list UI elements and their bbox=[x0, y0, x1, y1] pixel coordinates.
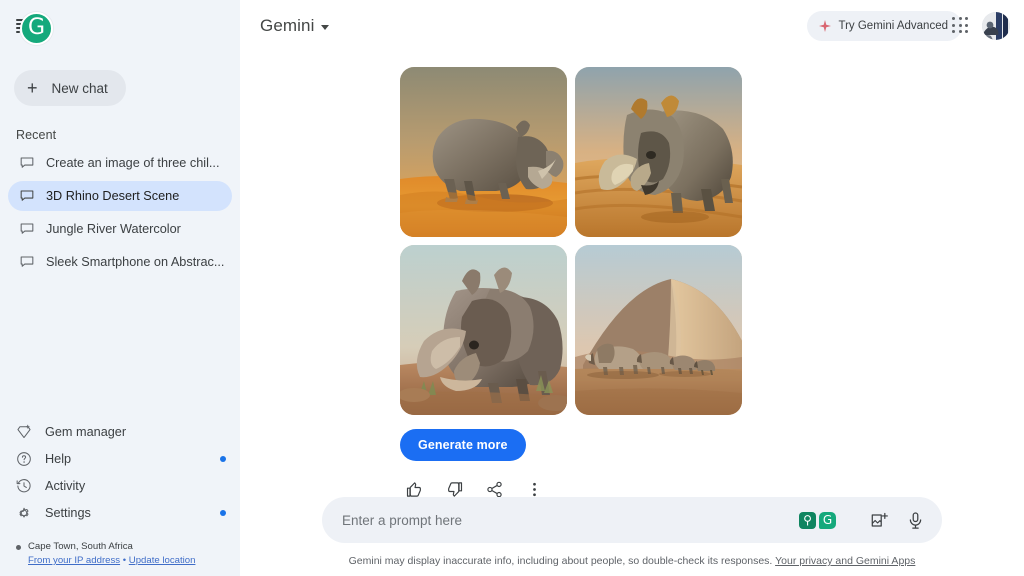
settings-notification-badge bbox=[220, 509, 226, 516]
sidebar-item-settings[interactable]: Settings bbox=[0, 499, 240, 526]
rhino-herd-dune-image bbox=[575, 245, 742, 415]
rhino-sunset-dunes-image bbox=[400, 67, 567, 237]
chat-bubble-icon bbox=[20, 256, 34, 267]
gem-diamond-icon bbox=[17, 424, 31, 438]
location-place: Cape Town, South Africa bbox=[28, 541, 133, 553]
sidebar-bottom: Gem manager Help Activity Settings Cape … bbox=[0, 418, 240, 576]
gear-icon bbox=[19, 507, 29, 518]
more-options-icon[interactable] bbox=[524, 479, 544, 497]
main-area: Gemini Try Gemini Advanced Generate more… bbox=[240, 0, 1024, 576]
prompt-input[interactable] bbox=[342, 512, 799, 528]
try-gemini-advanced-button[interactable]: Try Gemini Advanced bbox=[807, 11, 962, 41]
sidebar-nav-label-2: Activity bbox=[45, 478, 86, 493]
thumbs-down-icon[interactable] bbox=[444, 479, 464, 497]
plus-icon: + bbox=[27, 78, 38, 98]
thumbs-up-icon[interactable] bbox=[404, 479, 424, 497]
add-image-icon[interactable] bbox=[868, 509, 890, 531]
chat-bubble-icon bbox=[20, 190, 34, 201]
sidebar-chat-item-0[interactable]: Create an image of three chil... bbox=[8, 148, 232, 178]
microphone-icon[interactable] bbox=[904, 509, 926, 531]
sidebar-nav-label-1: Help bbox=[45, 451, 72, 466]
help-question-icon bbox=[17, 451, 31, 466]
grammarly-badges: ⚲ G bbox=[799, 511, 836, 529]
location-block: Cape Town, South Africa From your IP add… bbox=[0, 526, 240, 568]
disclaimer-body: Gemini may display inaccurate info, incl… bbox=[348, 555, 773, 567]
sidebar-item-activity[interactable]: Activity bbox=[0, 472, 240, 499]
new-chat-label: New chat bbox=[51, 80, 108, 96]
composer-area: ⚲ G Gemini may display inaccurate info, … bbox=[240, 497, 1024, 576]
sidebar-chat-label-1: 3D Rhino Desert Scene bbox=[46, 189, 180, 203]
grammarly-pin-icon[interactable]: ⚲ bbox=[799, 511, 816, 529]
sidebar-chat-label-2: Jungle River Watercolor bbox=[46, 222, 181, 236]
sidebar-top: G + New chat Recent Create an image of t… bbox=[0, 0, 240, 280]
brand-row: G bbox=[0, 0, 240, 56]
sidebar: G + New chat Recent Create an image of t… bbox=[0, 0, 240, 576]
location-place-row: Cape Town, South Africa bbox=[16, 540, 240, 554]
chat-bubble-icon bbox=[20, 223, 34, 234]
disclaimer-text: Gemini may display inaccurate info, incl… bbox=[240, 543, 1024, 576]
rhino-charging-dunes-image bbox=[575, 67, 742, 237]
generated-image-2[interactable] bbox=[400, 245, 567, 415]
top-bar-right: Try Gemini Advanced bbox=[807, 11, 1010, 41]
sidebar-item-help[interactable]: Help bbox=[0, 445, 240, 472]
location-separator: • bbox=[120, 555, 129, 567]
sparkle-icon bbox=[819, 20, 832, 32]
generate-more-button[interactable]: Generate more bbox=[400, 429, 526, 461]
sidebar-nav-label-0: Gem manager bbox=[45, 424, 127, 439]
update-location-link[interactable]: Update location bbox=[129, 555, 196, 566]
page-title: Gemini bbox=[260, 16, 315, 35]
chat-bubble-icon bbox=[20, 157, 34, 168]
grammarly-logo-letter: G bbox=[27, 14, 46, 40]
sidebar-chat-item-1[interactable]: 3D Rhino Desert Scene bbox=[8, 181, 232, 211]
sidebar-item-gem-manager[interactable]: Gem manager bbox=[0, 418, 240, 445]
privacy-link[interactable]: Your privacy and Gemini Apps bbox=[775, 555, 915, 567]
sidebar-nav-label-3: Settings bbox=[45, 505, 91, 520]
recent-section-label: Recent bbox=[16, 128, 57, 142]
sidebar-chat-label-3: Sleek Smartphone on Abstrac... bbox=[46, 255, 225, 269]
generated-image-3[interactable] bbox=[575, 245, 742, 415]
chevron-down-icon bbox=[321, 25, 330, 30]
grammarly-g-icon[interactable]: G bbox=[819, 511, 836, 529]
rhino-grazing-rocky-image bbox=[400, 245, 567, 415]
new-chat-button[interactable]: + New chat bbox=[14, 70, 126, 106]
apps-grid-icon[interactable] bbox=[952, 17, 970, 35]
help-notification-badge bbox=[220, 455, 226, 462]
location-pin-icon bbox=[16, 544, 21, 550]
user-avatar[interactable] bbox=[982, 12, 1010, 40]
grammarly-logo-icon[interactable]: G bbox=[20, 12, 53, 45]
sidebar-chat-item-2[interactable]: Jungle River Watercolor bbox=[8, 214, 232, 244]
location-source-link[interactable]: From your IP address bbox=[28, 555, 120, 566]
try-gemini-advanced-label: Try Gemini Advanced bbox=[838, 20, 948, 32]
top-bar: Gemini Try Gemini Advanced bbox=[240, 0, 1024, 52]
gemini-app-window: G + New chat Recent Create an image of t… bbox=[0, 0, 1024, 576]
share-icon[interactable] bbox=[484, 479, 504, 497]
location-meta-row: From your IP address • Update location bbox=[16, 554, 240, 568]
generated-image-0[interactable] bbox=[400, 67, 567, 237]
sidebar-chat-label-0: Create an image of three chil... bbox=[46, 156, 220, 170]
response-action-row bbox=[400, 479, 1024, 497]
generated-image-1[interactable] bbox=[575, 67, 742, 237]
avatar-image bbox=[982, 12, 1010, 40]
recent-chat-list: Create an image of three chil... 3D Rhin… bbox=[0, 148, 240, 277]
gemini-model-selector[interactable]: Gemini bbox=[260, 16, 330, 36]
generated-image-grid bbox=[400, 67, 743, 415]
history-clock-icon bbox=[16, 478, 31, 493]
conversation-panel: Generate more bbox=[240, 52, 1024, 497]
prompt-composer: ⚲ G bbox=[322, 497, 942, 543]
sidebar-chat-item-3[interactable]: Sleek Smartphone on Abstrac... bbox=[8, 247, 232, 277]
